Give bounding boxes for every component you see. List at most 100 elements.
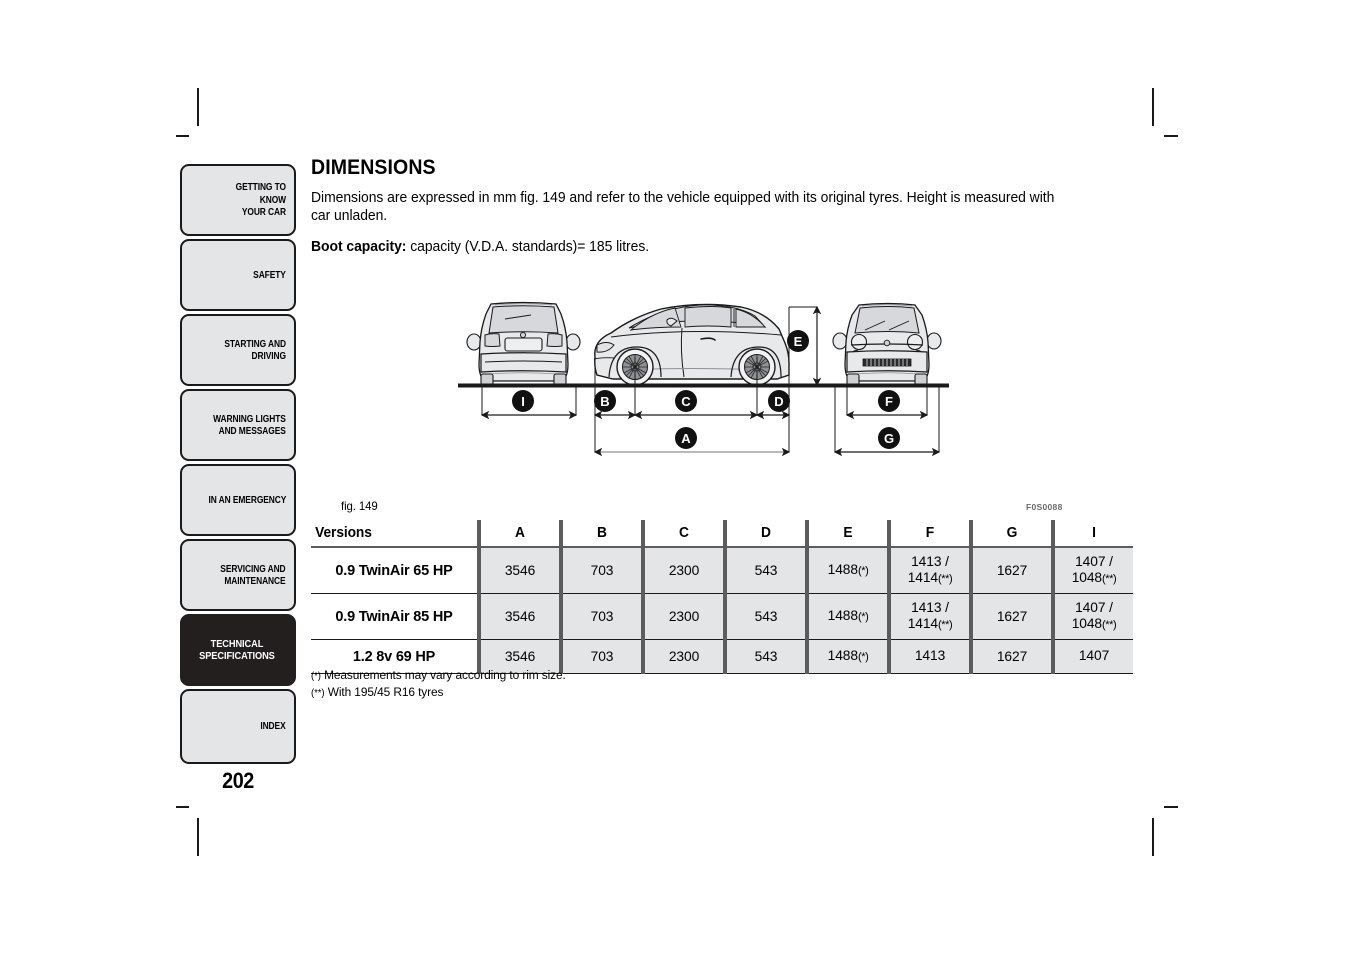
svg-text:E: E	[794, 334, 803, 349]
cell-c: 2300	[645, 593, 723, 640]
cell-f: 1413	[891, 639, 969, 674]
svg-text:C: C	[681, 394, 691, 409]
sidebar-item-label: GETTING TO KNOW YOUR CAR	[235, 181, 286, 219]
column-divider	[641, 520, 645, 547]
crop-mark-top-right-horizontal	[1164, 135, 1178, 137]
footnote-mark: (*)	[311, 671, 321, 682]
dimensions-figure: I B C D A E F G	[311, 285, 1101, 480]
col-header-versions: Versions	[315, 520, 473, 548]
cell-i-value: 1407	[1078, 648, 1110, 663]
cell-g: 1627	[973, 639, 1051, 674]
cell-e-value: 1488	[827, 562, 858, 577]
cell-e: 1488(*)	[809, 639, 887, 674]
col-header-g: G	[974, 520, 1050, 548]
side-view-car	[593, 303, 790, 386]
column-divider	[1051, 520, 1055, 547]
page-number: 202	[222, 768, 254, 793]
footnote-text: Measurements may vary according to rim s…	[320, 668, 566, 682]
cell-e-value: 1488	[827, 608, 858, 623]
svg-text:A: A	[681, 431, 691, 446]
col-header-f: F	[892, 520, 968, 548]
dimension-marker-A: A	[675, 427, 697, 449]
sidebar-item-label: WARNING LIGHTS AND MESSAGES	[213, 412, 286, 438]
sidebar-item-index[interactable]: INDEX	[180, 689, 296, 764]
cell-e-note: (*)	[857, 651, 869, 663]
svg-text:B: B	[600, 394, 609, 409]
main-content: DIMENSIONS Dimensions are expressed in m…	[311, 156, 1101, 257]
cell-a: 3546	[481, 547, 559, 594]
footnote-text: With 195/45 R16 tyres	[324, 684, 444, 699]
sidebar-item-starting-and-driving[interactable]: STARTING AND DRIVING	[180, 314, 296, 386]
table-header-row: Versions A B C D E F G I	[311, 520, 1133, 548]
cell-d: 543	[727, 547, 805, 594]
cell-c: 2300	[645, 639, 723, 674]
sidebar-item-safety[interactable]: SAFETY	[180, 239, 296, 311]
boot-capacity-label: Boot capacity:	[311, 239, 407, 255]
crop-mark-bottom-left-horizontal	[176, 806, 189, 808]
sidebar-item-technical-specifications[interactable]: TECHNICAL SPECIFICATIONS	[180, 614, 296, 686]
cell-i-note: (**)	[1102, 619, 1117, 631]
boot-capacity-value: capacity (V.D.A. standards)= 185 litres.	[406, 239, 650, 255]
svg-text:F: F	[885, 394, 893, 409]
column-divider	[887, 520, 891, 547]
crop-mark-top-left-horizontal	[176, 135, 189, 137]
col-header-a: A	[482, 520, 558, 548]
intro-paragraph: Dimensions are expressed in mm fig. 149 …	[311, 190, 1055, 224]
cell-i: 1407 / 1048(**)	[1055, 593, 1133, 640]
sidebar-item-getting-to-know-your-car[interactable]: GETTING TO KNOW YOUR CAR	[180, 164, 296, 236]
column-divider	[723, 520, 727, 547]
cell-e: 1488(*)	[809, 593, 887, 640]
table-row: 0.9 TwinAir 85 HP 3546 703 2300 543 1488…	[311, 593, 1133, 640]
page-title: DIMENSIONS	[311, 156, 436, 179]
dimension-marker-D: D	[768, 390, 790, 412]
boot-capacity-line: Boot capacity: capacity (V.D.A. standard…	[311, 239, 1065, 257]
cell-f-note: (**)	[938, 573, 953, 585]
cell-g: 1627	[973, 547, 1051, 594]
sidebar-item-label: IN AN EMERGENCY	[208, 493, 286, 506]
chapter-tab-sidebar: GETTING TO KNOW YOUR CAR SAFETY STARTING…	[180, 164, 296, 767]
col-header-d: D	[728, 520, 804, 548]
cell-i-note: (**)	[1102, 573, 1117, 585]
sidebar-item-servicing-and-maintenance[interactable]: SERVICING AND MAINTENANCE	[180, 539, 296, 611]
column-divider	[559, 520, 563, 547]
crop-mark-bottom-right-vertical	[1152, 818, 1154, 856]
cell-e-value: 1488	[827, 648, 858, 663]
cell-i: 1407 / 1048(**)	[1055, 547, 1133, 594]
cell-version: 0.9 TwinAir 85 HP	[311, 593, 477, 640]
cell-version: 0.9 TwinAir 65 HP	[311, 547, 477, 594]
cell-f: 1413 / 1414(**)	[891, 593, 969, 640]
cell-b: 703	[563, 639, 641, 674]
col-header-i: I	[1056, 520, 1132, 548]
front-view-car	[832, 302, 942, 386]
cell-f: 1413 / 1414(**)	[891, 547, 969, 594]
footnote-double-asterisk: (**) With 195/45 R16 tyres	[311, 685, 566, 702]
sidebar-item-label: TECHNICAL SPECIFICATIONS	[199, 637, 275, 663]
rear-view-car	[466, 301, 581, 386]
figure-code: F0S0088	[1026, 502, 1063, 512]
column-divider	[805, 520, 809, 547]
table-footnotes: (*) Measurements may vary according to r…	[311, 668, 566, 701]
col-header-e: E	[810, 520, 886, 548]
cell-a: 3546	[481, 593, 559, 640]
sidebar-item-in-an-emergency[interactable]: IN AN EMERGENCY	[180, 464, 296, 536]
cell-e-note: (*)	[857, 611, 869, 623]
cell-d: 543	[727, 593, 805, 640]
dimension-marker-B: B	[594, 390, 616, 412]
sidebar-item-label: INDEX	[260, 720, 286, 733]
sidebar-item-warning-lights-and-messages[interactable]: WARNING LIGHTS AND MESSAGES	[180, 389, 296, 461]
dimension-marker-E: E	[787, 330, 809, 352]
col-header-c: C	[646, 520, 722, 548]
column-divider	[969, 520, 973, 547]
crop-mark-bottom-right-horizontal	[1164, 806, 1178, 808]
table-row: 0.9 TwinAir 65 HP 3546 703 2300 543 1488…	[311, 547, 1133, 594]
figure-caption: fig. 149	[341, 499, 378, 513]
footnote-mark: (**)	[311, 687, 325, 699]
cell-b: 703	[563, 547, 641, 594]
cell-c: 2300	[645, 547, 723, 594]
dimension-marker-I: I	[512, 390, 534, 412]
footnote-single-asterisk: (*) Measurements may vary according to r…	[311, 668, 566, 685]
crop-mark-bottom-left-vertical	[197, 818, 199, 856]
crop-mark-top-right-vertical	[1152, 88, 1154, 126]
crop-mark-top-left-vertical	[197, 88, 199, 126]
dimension-marker-F: F	[878, 390, 900, 412]
